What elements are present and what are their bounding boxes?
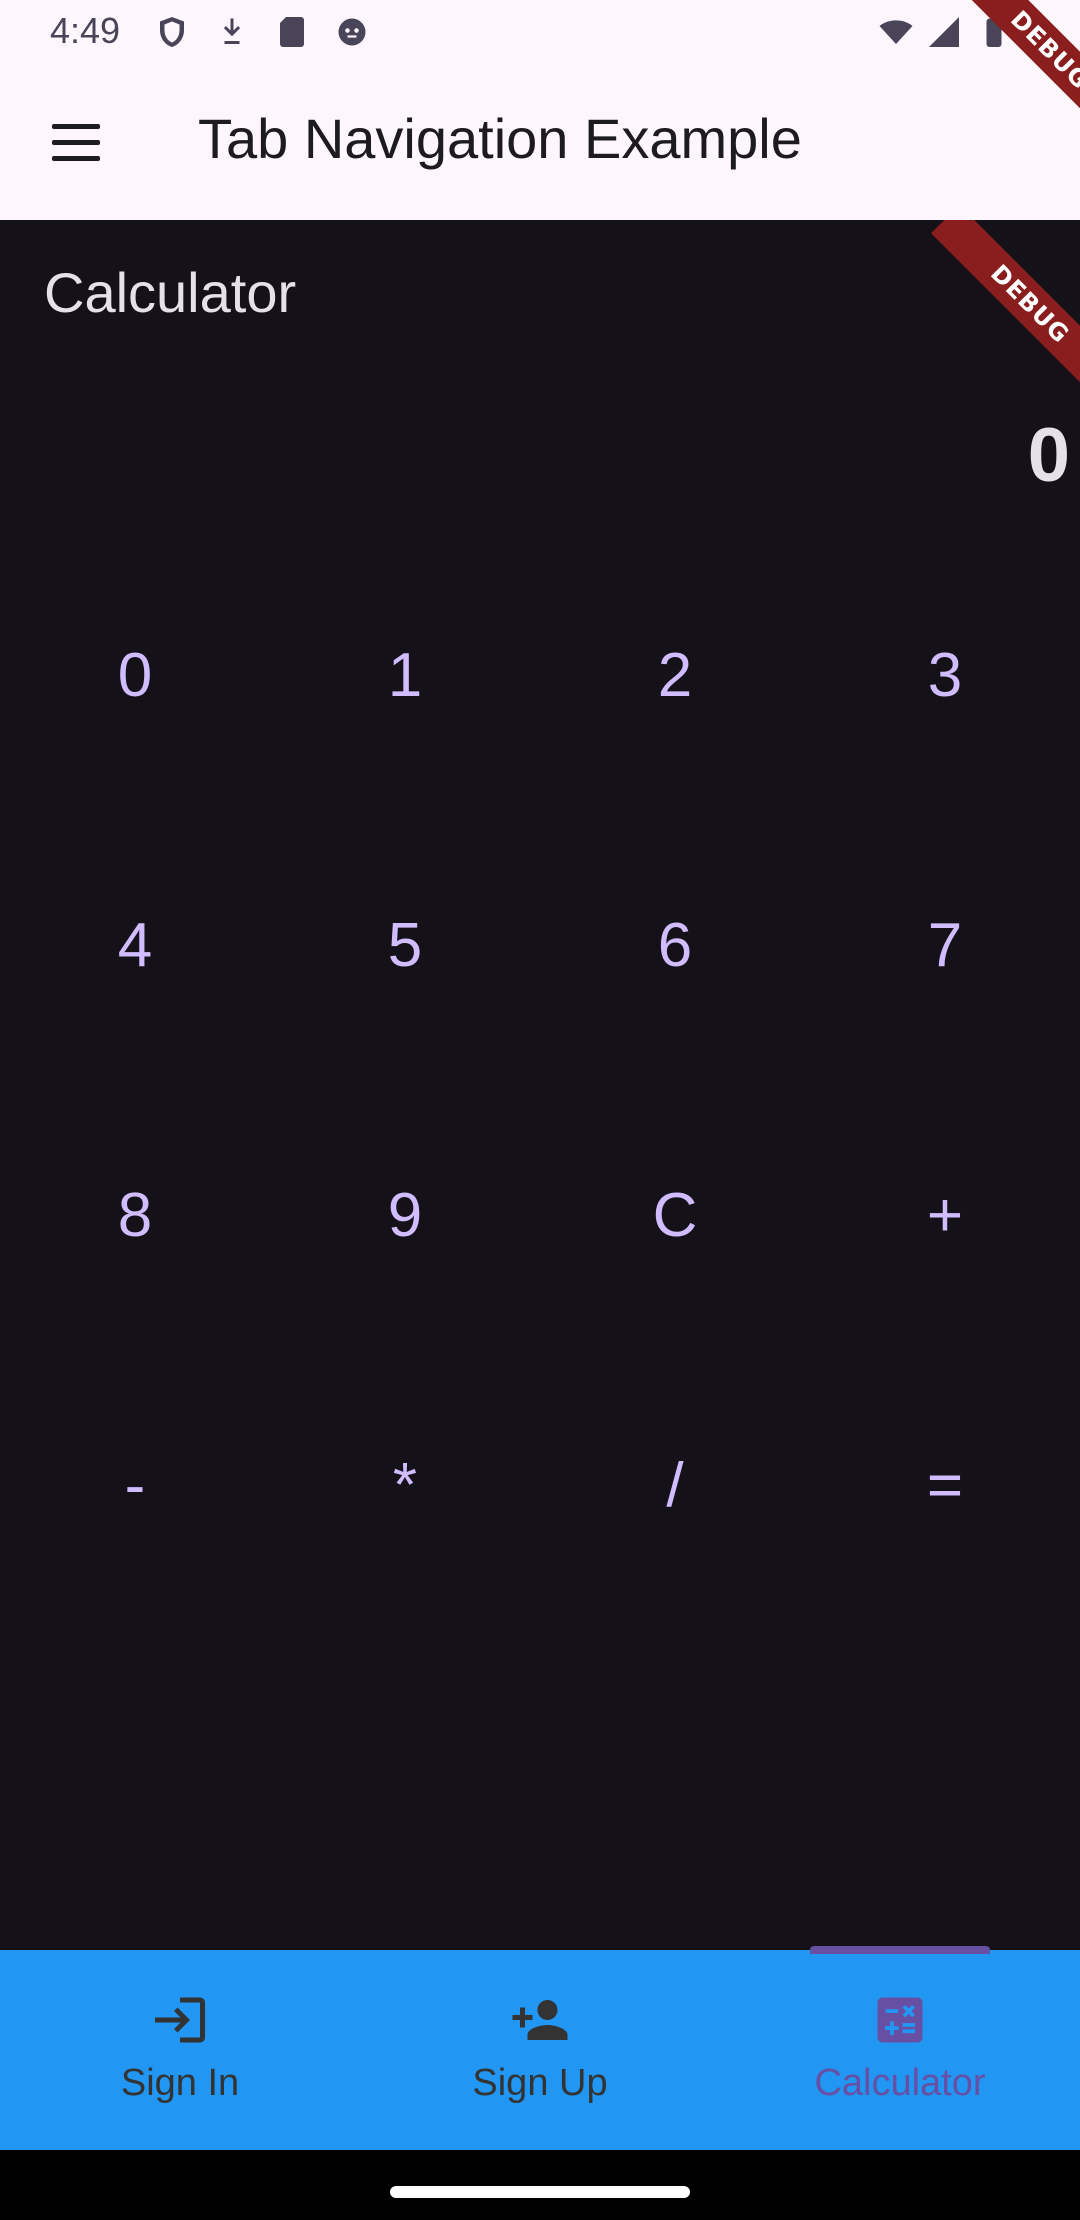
key-4[interactable]: 4	[0, 810, 270, 1080]
section-title: Calculator	[44, 261, 297, 324]
key-divide[interactable]: /	[540, 1350, 810, 1620]
debug-banner-inner: DEBUG	[931, 220, 1080, 403]
tab-label: Sign In	[120, 2062, 240, 2104]
tab-calculator[interactable]: Calculator	[720, 1950, 1080, 2150]
key-6[interactable]: 6	[540, 810, 810, 1080]
hamburger-menu-icon	[52, 124, 100, 129]
tab-label: Sign Up	[472, 2062, 608, 2104]
tab-sign-in[interactable]: Sign In	[0, 1950, 360, 2150]
key-5[interactable]: 5	[270, 810, 540, 1080]
cat-face-icon	[338, 18, 366, 46]
calculator-icon	[877, 1997, 923, 2043]
calculator-display: 0	[1027, 413, 1070, 498]
person-add-icon	[512, 2000, 568, 2040]
system-navigation-bar	[0, 2150, 1080, 2220]
tab-label: Calculator	[814, 2062, 986, 2104]
key-7[interactable]: 7	[810, 810, 1080, 1080]
key-2[interactable]: 2	[540, 540, 810, 810]
key-minus[interactable]: -	[0, 1350, 270, 1620]
status-time: 4:49	[50, 10, 121, 51]
app-title: Tab Navigation Example	[198, 107, 802, 170]
signal-icon	[929, 17, 959, 47]
download-icon	[223, 18, 241, 44]
wifi-icon	[879, 20, 913, 44]
key-equals[interactable]: =	[810, 1350, 1080, 1620]
key-0[interactable]: 0	[0, 540, 270, 810]
key-multiply[interactable]: *	[270, 1350, 540, 1620]
key-1[interactable]: 1	[270, 540, 540, 810]
login-icon	[155, 1997, 205, 2043]
bottom-navigation: Sign In Sign Up Calculator	[0, 1950, 1080, 2150]
status-bar: 4:49	[0, 0, 1080, 66]
calculator-screen: Calculator 0 DEBUG 0 1 2 3 4 5 6 7 8 9 C…	[0, 220, 1080, 1950]
key-3[interactable]: 3	[810, 540, 1080, 810]
selected-tab-indicator	[810, 1946, 990, 1954]
key-9[interactable]: 9	[270, 1080, 540, 1350]
app-bar: Tab Navigation Example	[0, 66, 1080, 220]
key-clear[interactable]: C	[540, 1080, 810, 1350]
home-gesture-handle[interactable]	[390, 2186, 690, 2198]
key-8[interactable]: 8	[0, 1080, 270, 1350]
menu-button[interactable]	[48, 120, 104, 166]
sd-card-icon	[280, 17, 304, 47]
shield-icon	[160, 17, 184, 47]
key-plus[interactable]: +	[810, 1080, 1080, 1350]
tab-sign-up[interactable]: Sign Up	[360, 1950, 720, 2150]
